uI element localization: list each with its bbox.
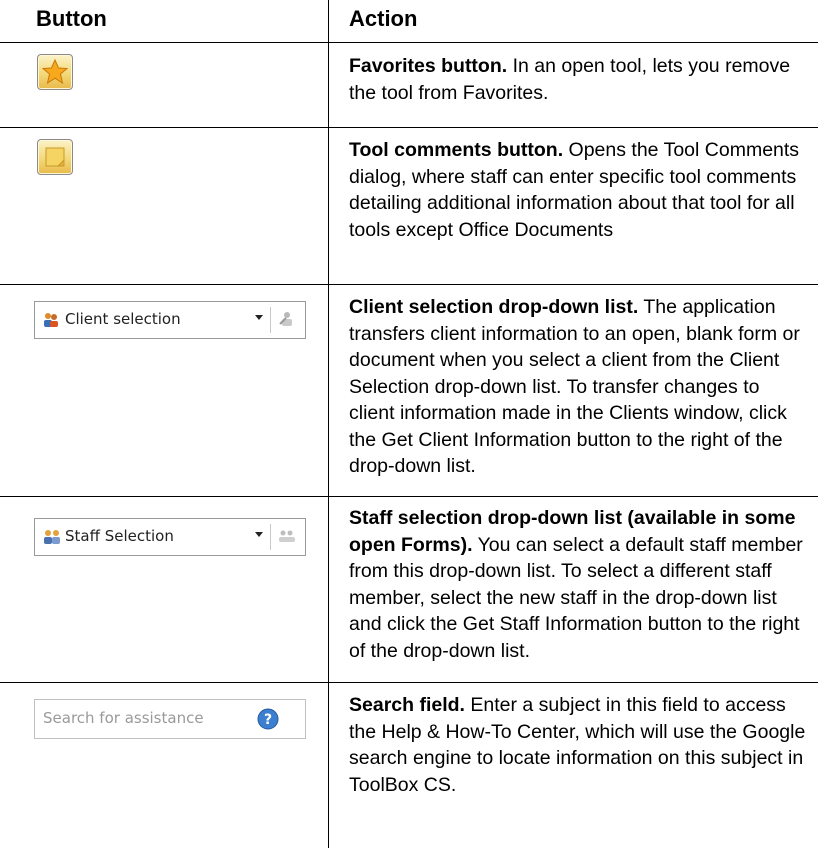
svg-text:?: ? (264, 712, 272, 728)
favorites-description: Favorites button. In an open tool, lets … (349, 55, 791, 104)
favorites-button[interactable] (37, 54, 73, 90)
staff-selection-description: Staff selection drop-down list (availabl… (349, 507, 803, 662)
chevron-down-icon[interactable] (255, 315, 263, 320)
get-client-info-icon (279, 312, 292, 326)
client-selection-dropdown[interactable]: Client selection (34, 301, 306, 339)
table-row: Client selection Client selection drop-d… (0, 285, 818, 497)
client-selection-description: Client selection drop-down list. The app… (349, 296, 800, 477)
sticky-note-icon (45, 147, 65, 167)
chevron-down-icon[interactable] (255, 532, 263, 537)
get-staff-info-icon (279, 530, 295, 542)
staff-selection-dropdown[interactable]: Staff Selection (34, 518, 306, 556)
tool-comments-button[interactable] (37, 139, 73, 175)
tool-comments-description: Tool comments button. Opens the Tool Com… (349, 139, 800, 241)
table-row: Staff Selection Staff selection drop-dow… (0, 497, 818, 683)
table-row: Favorites button. In an open tool, lets … (0, 43, 818, 128)
help-icon[interactable]: ? (257, 708, 279, 735)
search-field-description: Search field. Enter a subject in this fi… (349, 694, 806, 796)
search-placeholder: Search for assistance (43, 709, 204, 727)
star-icon (41, 58, 69, 85)
button-action-table: Button Action Favorites button. In an op… (0, 0, 818, 848)
get-staff-information-button[interactable] (278, 527, 296, 550)
staff-icon (43, 529, 61, 550)
table-row: Tool comments button. Opens the Tool Com… (0, 128, 818, 285)
header-action: Action (349, 6, 418, 31)
header-button: Button (36, 6, 107, 31)
get-client-information-button[interactable] (278, 310, 296, 333)
staff-selection-label: Staff Selection (65, 527, 174, 545)
table-row: Search for assistance ? Search field. En… (0, 683, 818, 848)
client-icon (43, 312, 59, 333)
search-assistance-field[interactable]: Search for assistance ? (34, 699, 306, 739)
client-selection-label: Client selection (65, 310, 181, 328)
table-header: Button Action (0, 0, 818, 43)
